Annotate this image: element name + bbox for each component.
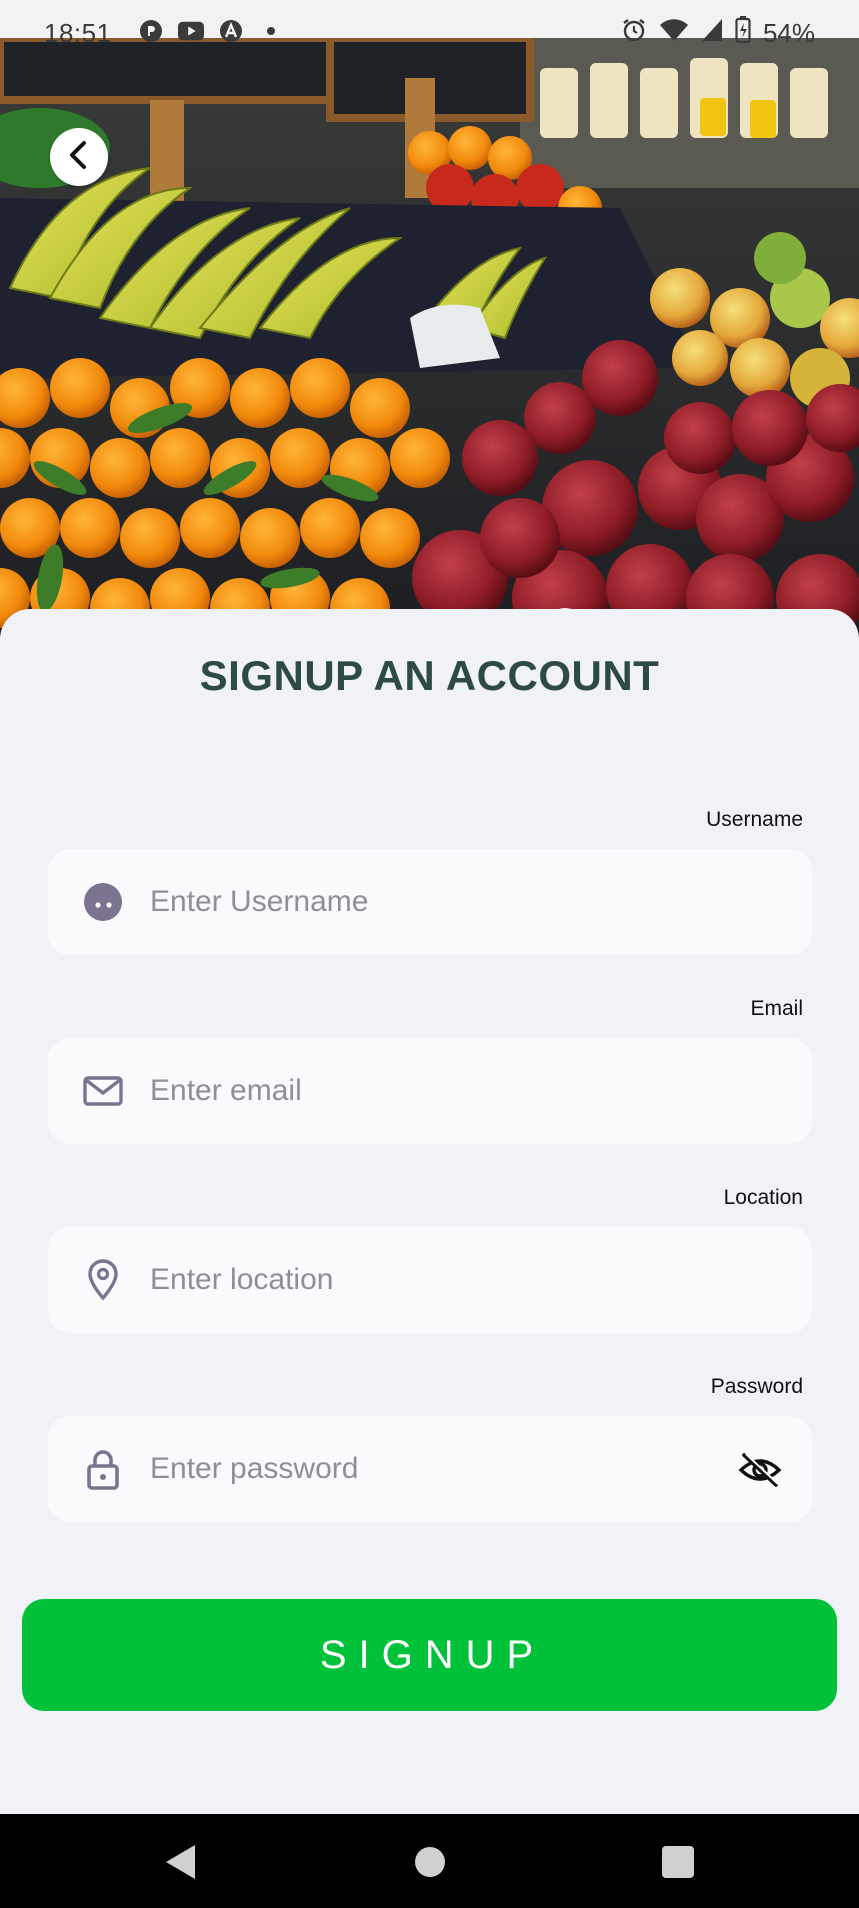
nav-back-icon[interactable] xyxy=(160,1842,200,1882)
password-input[interactable] xyxy=(148,1451,672,1487)
email-field[interactable] xyxy=(48,1038,812,1144)
battery-percentage: 54% xyxy=(762,18,815,48)
location-pin-icon xyxy=(82,1259,124,1301)
p-app-icon xyxy=(138,18,164,44)
nav-home-icon[interactable] xyxy=(410,1842,450,1882)
page-title: SIGNUP AN ACCOUNT xyxy=(199,652,660,699)
lock-icon xyxy=(82,1448,124,1490)
battery-icon xyxy=(735,16,751,51)
location-input[interactable] xyxy=(148,1262,672,1298)
location-field[interactable] xyxy=(48,1227,812,1333)
username-field[interactable] xyxy=(48,849,812,955)
email-input[interactable] xyxy=(148,1073,672,1109)
youtube-icon xyxy=(178,18,204,44)
chevron-left-icon xyxy=(66,140,92,175)
location-label: Location xyxy=(723,1186,803,1209)
hero-produce-image xyxy=(0,38,859,638)
email-label: Email xyxy=(750,997,803,1020)
eye-off-icon[interactable] xyxy=(738,1448,782,1492)
a-app-icon xyxy=(218,18,244,44)
password-field[interactable] xyxy=(48,1416,812,1522)
user-face-icon xyxy=(82,881,124,923)
username-input[interactable] xyxy=(148,884,672,920)
username-label: Username xyxy=(706,808,803,831)
signup-button[interactable]: SIGNUP xyxy=(22,1599,837,1711)
status-bar: 18:51 54% xyxy=(0,0,859,48)
wifi-icon xyxy=(659,18,689,49)
envelope-icon xyxy=(82,1070,124,1112)
signal-icon xyxy=(701,18,723,49)
back-button[interactable] xyxy=(50,128,108,186)
dot-icon xyxy=(258,18,284,44)
status-time: 18:51 xyxy=(44,18,112,48)
nav-recents-icon[interactable] xyxy=(658,1842,698,1882)
status-right: 54% xyxy=(621,16,815,51)
notification-icons xyxy=(138,18,284,44)
navigation-bar xyxy=(0,1814,859,1908)
password-label: Password xyxy=(710,1375,803,1398)
alarm-icon xyxy=(621,17,647,50)
